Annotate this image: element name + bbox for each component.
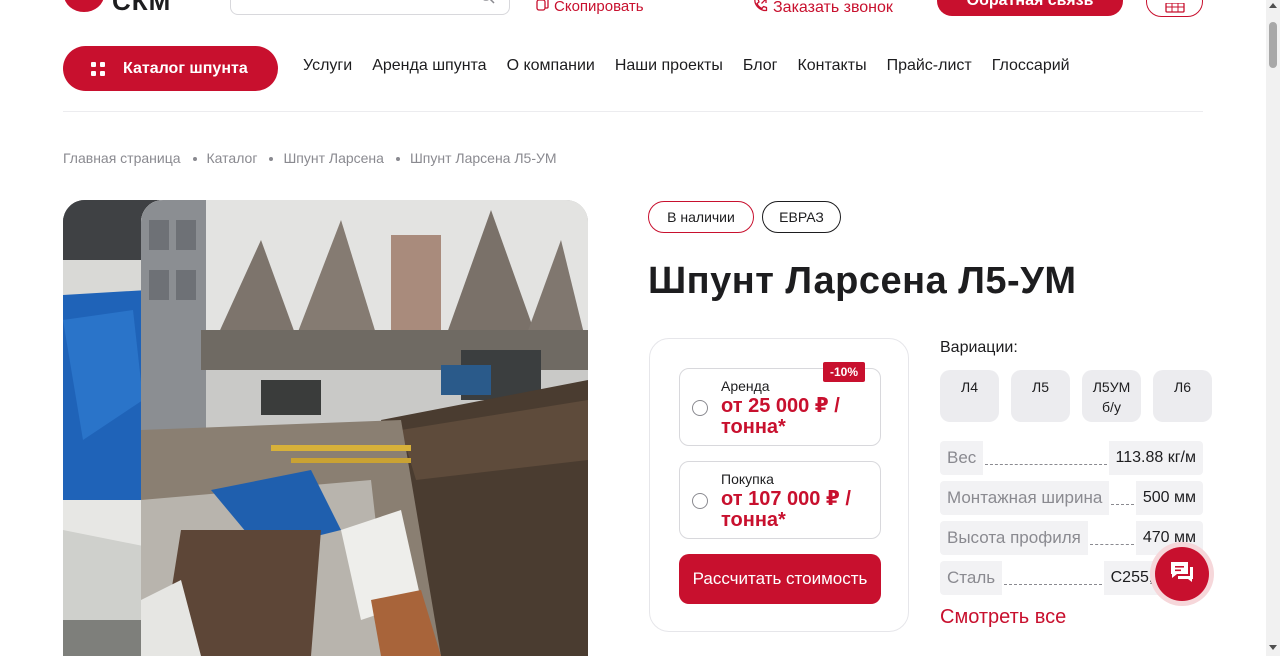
breadcrumb-current: Шпунт Ларсена Л5-УМ: [409, 150, 557, 166]
variant-l6[interactable]: Л6: [1153, 370, 1212, 422]
price-card: Аренда от 25 000 ₽ / тонна* -10% Покупка…: [649, 338, 909, 632]
variations-title: Вариации:: [940, 339, 1018, 356]
spec-label: Сталь: [940, 561, 1003, 595]
rent-price: от 25 000 ₽ / тонна*: [721, 395, 840, 438]
breadcrumb-separator: [395, 157, 400, 161]
logo-text[interactable]: СКМ: [112, 0, 171, 17]
spec-label: Вес: [940, 441, 984, 475]
nav-item-projects[interactable]: Наши проекты: [615, 57, 723, 75]
breadcrumb-catalog[interactable]: Каталог: [207, 150, 258, 166]
scroll-down-arrow-icon[interactable]: [1269, 645, 1277, 650]
product-title: Шпунт Ларсена Л5-УМ: [648, 260, 1077, 302]
rent-radio[interactable]: [692, 400, 708, 416]
grid-icon: [91, 61, 105, 76]
calculate-cost-button[interactable]: Рассчитать стоимость: [679, 554, 881, 604]
spec-dots: [1089, 543, 1134, 545]
phone-icon: [752, 0, 768, 18]
chat-icon: [1168, 559, 1196, 590]
breadcrumb-separator: [192, 157, 197, 161]
variant-l5um-used[interactable]: Л5УМ б/у: [1082, 370, 1141, 422]
brand-badge[interactable]: ЕВРАЗ: [762, 201, 841, 233]
spec-value: 113.88 кг/м: [1108, 441, 1203, 475]
call-label: Заказать звонок: [773, 0, 893, 16]
call-link[interactable]: Заказать звонок: [752, 0, 893, 18]
nav-item-about[interactable]: О компании: [507, 57, 595, 75]
scrollbar[interactable]: [1266, 0, 1280, 656]
breadcrumb-home[interactable]: Главная страница: [63, 150, 181, 166]
nav-item-contacts[interactable]: Контакты: [797, 57, 866, 75]
copy-link[interactable]: Скопировать: [536, 0, 644, 15]
feedback-button[interactable]: Обратная связь: [937, 0, 1123, 16]
chat-button[interactable]: [1150, 542, 1214, 606]
rent-label: Аренда: [721, 378, 770, 394]
see-all-link[interactable]: Смотреть все: [940, 606, 1066, 629]
header-divider: [63, 111, 1203, 112]
spec-row: Монтажная ширина 500 мм: [940, 481, 1203, 515]
search-icon[interactable]: [479, 0, 495, 9]
variants-list: Л4 Л5 Л5УМ б/у Л6: [940, 370, 1212, 422]
breadcrumb-separator: [269, 157, 274, 161]
logo-icon[interactable]: [64, 0, 104, 12]
buy-radio[interactable]: [692, 493, 708, 509]
nav-item-services[interactable]: Услуги: [303, 57, 352, 75]
catalog-label: Каталог шпунта: [123, 59, 248, 77]
copy-icon: [536, 0, 550, 15]
nav-item-price-list[interactable]: Прайс-лист: [887, 57, 972, 75]
variant-l4[interactable]: Л4: [940, 370, 999, 422]
spec-dots: [1111, 503, 1134, 505]
buy-option[interactable]: Покупка от 107 000 ₽ / тонна*: [679, 461, 881, 539]
spec-label: Монтажная ширина: [940, 481, 1110, 515]
scroll-up-arrow-icon[interactable]: [1269, 3, 1277, 8]
scrollbar-thumb[interactable]: [1269, 22, 1277, 68]
breadcrumb: Главная страница Каталог Шпунт Ларсена Ш…: [63, 150, 557, 166]
rent-option[interactable]: Аренда от 25 000 ₽ / тонна* -10%: [679, 362, 881, 446]
search-input[interactable]: [230, 0, 510, 15]
breadcrumb-category[interactable]: Шпунт Ларсена: [283, 150, 384, 166]
nav-item-blog[interactable]: Блог: [743, 57, 778, 75]
buy-label: Покупка: [721, 471, 774, 487]
variant-l5[interactable]: Л5: [1011, 370, 1070, 422]
buy-price: от 107 000 ₽ / тонна*: [721, 488, 851, 531]
top-header: СКМ Скопировать Заказать звонок Обратная…: [0, 0, 1266, 20]
spec-value: 500 мм: [1135, 481, 1203, 515]
stock-badge: В наличии: [648, 201, 754, 233]
spec-dots: [1004, 583, 1102, 585]
catalog-button[interactable]: Каталог шпунта: [63, 46, 278, 91]
spec-dots: [985, 463, 1107, 465]
cart-icon: [1165, 0, 1185, 18]
nav-item-rent[interactable]: Аренда шпунта: [372, 57, 486, 75]
spec-label: Высота профиля: [940, 521, 1088, 555]
copy-label: Скопировать: [554, 0, 644, 15]
product-photo[interactable]: [141, 200, 588, 656]
cart-button[interactable]: [1146, 0, 1203, 17]
main-nav: Услуги Аренда шпунта О компании Наши про…: [303, 57, 1070, 75]
nav-item-glossary[interactable]: Глоссарий: [992, 57, 1070, 75]
discount-badge: -10%: [822, 362, 865, 382]
spec-row: Вес 113.88 кг/м: [940, 441, 1203, 475]
